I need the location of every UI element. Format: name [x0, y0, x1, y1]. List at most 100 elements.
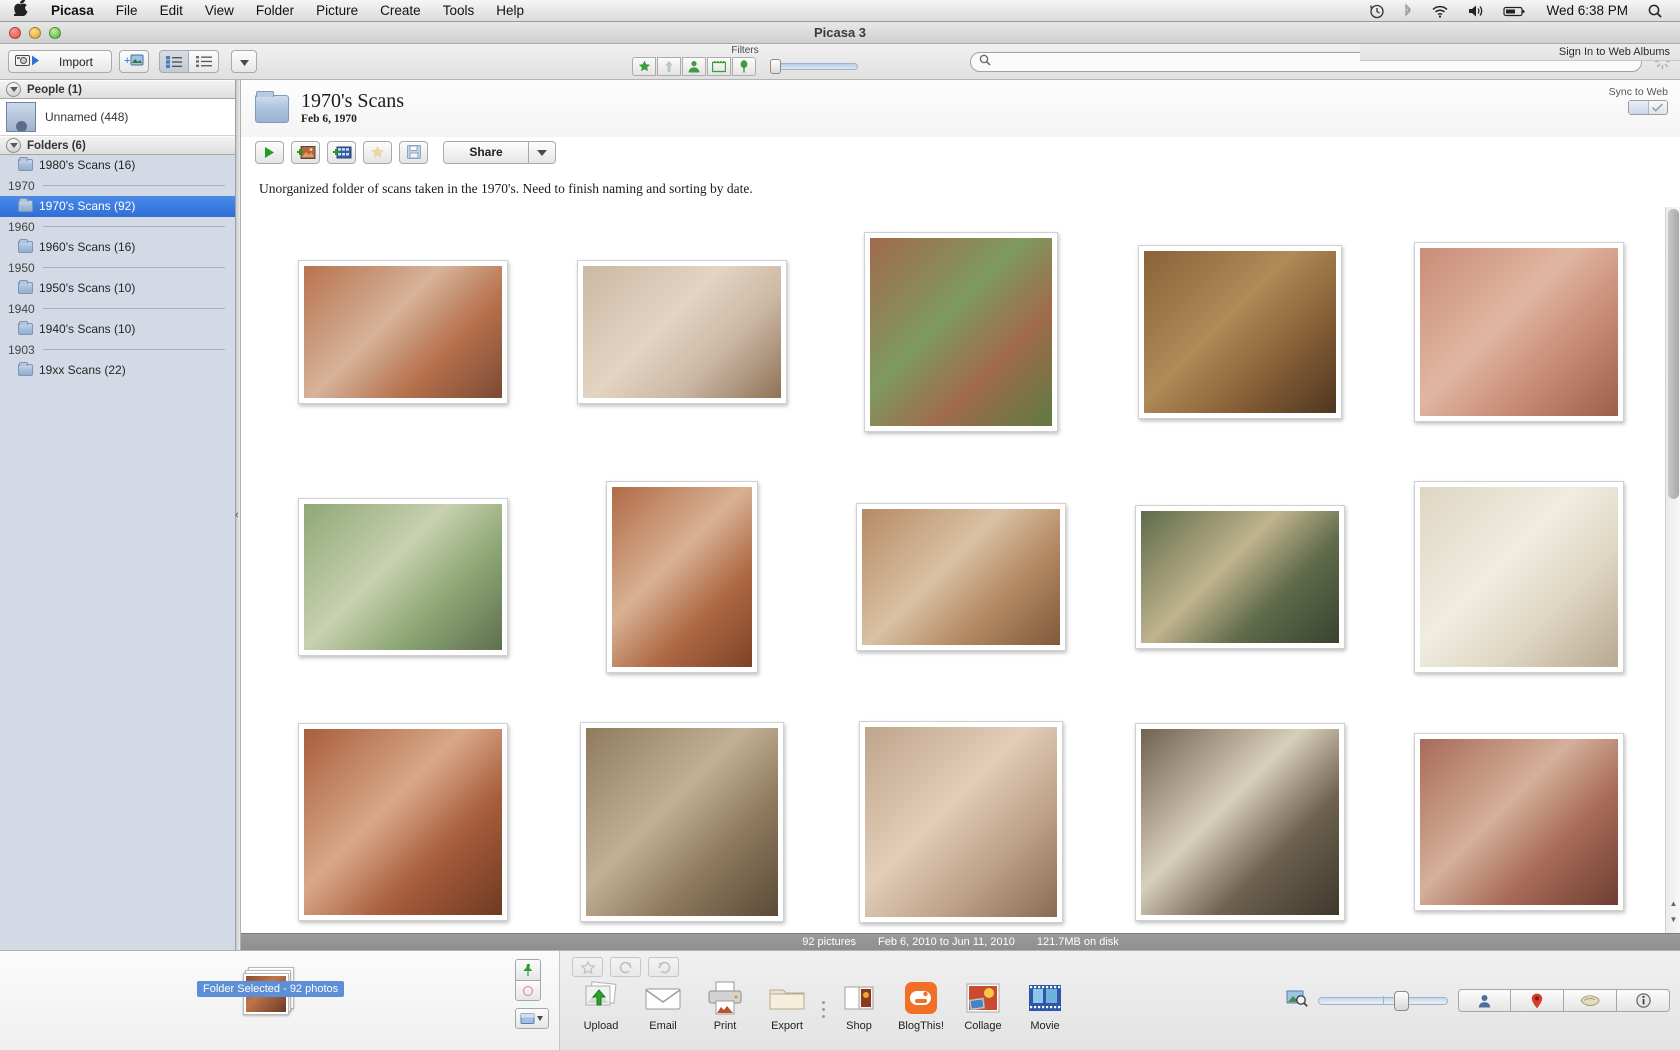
signin-link[interactable]: Sign In to Web Albums — [1559, 46, 1670, 58]
upload-filter-button[interactable] — [657, 57, 681, 76]
sidebar-folder-item[interactable]: 1940's Scans (10) — [0, 319, 235, 340]
thumbnail-zoom-slider[interactable] — [1318, 994, 1448, 1008]
add-photo-button[interactable]: + — [119, 50, 149, 73]
star-button[interactable] — [363, 141, 392, 164]
blogthis-button[interactable]: BlogThis! — [890, 979, 952, 1032]
add-to-movie-button[interactable] — [327, 141, 356, 164]
list-view-button[interactable] — [159, 50, 189, 73]
sidebar-folder-item[interactable]: 1960's Scans (16) — [0, 237, 235, 258]
upload-button[interactable]: Upload — [570, 979, 632, 1032]
toolbar-dropdown-button[interactable] — [231, 50, 257, 73]
collapse-disclosure-icon[interactable] — [6, 82, 21, 97]
slider-knob[interactable] — [770, 59, 781, 74]
photo-thumbnail[interactable] — [1414, 733, 1624, 911]
menu-item-view[interactable]: View — [194, 3, 245, 18]
print-button[interactable]: Print — [694, 979, 756, 1032]
sync-toggle-on-side[interactable] — [1649, 101, 1668, 114]
folder-description[interactable]: Unorganized folder of scans taken in the… — [241, 167, 1680, 207]
menu-item-picture[interactable]: Picture — [305, 3, 369, 18]
scroll-up-arrow[interactable]: ▲ — [1668, 898, 1679, 909]
menu-item-help[interactable]: Help — [485, 3, 535, 18]
photo-thumbnail[interactable] — [1414, 242, 1624, 422]
rotate-right-button[interactable] — [648, 957, 679, 977]
sync-to-web-toggle[interactable] — [1628, 100, 1668, 115]
folder-icon — [18, 282, 33, 294]
menu-item-folder[interactable]: Folder — [245, 3, 305, 18]
time-machine-icon[interactable] — [1360, 3, 1394, 19]
people-item-unnamed[interactable]: Unnamed (448) — [0, 99, 235, 136]
save-button[interactable] — [399, 141, 428, 164]
menu-item-tools[interactable]: Tools — [432, 3, 486, 18]
movie-button[interactable]: Movie — [1014, 979, 1076, 1032]
share-dropdown-button[interactable] — [529, 141, 556, 164]
sidebar-folder-item[interactable]: 1950's Scans (10) — [0, 278, 235, 299]
wifi-icon[interactable] — [1422, 3, 1458, 19]
spotlight-search-icon[interactable] — [1638, 3, 1672, 19]
collapse-disclosure-icon[interactable] — [6, 138, 21, 153]
sidebar-folder-item[interactable]: 19xx Scans (22) — [0, 360, 235, 381]
add-album-button[interactable] — [515, 1008, 549, 1029]
share-button[interactable]: Share — [443, 141, 529, 164]
geotag-filter-button[interactable] — [732, 57, 756, 76]
face-filter-button[interactable] — [682, 57, 706, 76]
photo-thumbnail[interactable] — [1414, 481, 1624, 673]
photo-thumbnail[interactable] — [1135, 723, 1345, 921]
filters-slider[interactable] — [770, 60, 858, 74]
photo-thumbnail[interactable] — [580, 722, 784, 922]
pin-button[interactable] — [515, 959, 541, 980]
folders-section-header[interactable]: Folders (6) — [0, 136, 235, 155]
photo-tray[interactable]: Folder Selected - 92 photos — [0, 951, 560, 1050]
photo-thumbnail[interactable] — [298, 498, 508, 656]
sidebar-folder-item[interactable]: 1980's Scans (16) — [0, 155, 235, 176]
bluetooth-icon[interactable] — [1394, 3, 1422, 19]
volume-icon[interactable] — [1458, 3, 1494, 19]
sync-toggle-off-side[interactable] — [1629, 101, 1649, 114]
scroll-down-arrow[interactable]: ▼ — [1668, 914, 1679, 925]
people-header-label: People (1) — [27, 84, 82, 96]
chevron-down-icon — [537, 145, 547, 159]
places-panel-button[interactable] — [1511, 989, 1564, 1012]
scrollbar-thumb[interactable] — [1668, 209, 1679, 499]
email-button[interactable]: Email — [632, 979, 694, 1032]
battery-icon[interactable] — [1494, 3, 1536, 19]
export-label: Export — [771, 1020, 803, 1032]
star-rate-button[interactable] — [572, 957, 603, 977]
photo-thumbnail[interactable] — [577, 260, 787, 404]
shop-button[interactable]: Shop — [828, 979, 890, 1032]
menu-bar-clock[interactable]: Wed 6:38 PM — [1536, 3, 1638, 18]
photo-thumbnail[interactable] — [856, 503, 1066, 651]
menu-item-create[interactable]: Create — [369, 3, 432, 18]
movie-icon — [1025, 979, 1065, 1017]
menu-item-picasa[interactable]: Picasa — [40, 3, 105, 18]
collage-button[interactable]: Collage — [952, 979, 1014, 1032]
info-panel-button[interactable] — [1617, 989, 1670, 1012]
menu-item-file[interactable]: File — [105, 3, 149, 18]
zoom-slider-knob[interactable] — [1394, 991, 1409, 1011]
photo-thumbnail[interactable] — [1138, 245, 1342, 419]
photo-thumbnail[interactable] — [1135, 505, 1345, 649]
sync-to-web-control: Sync to Web — [1609, 86, 1668, 115]
apple-menu-icon[interactable] — [0, 0, 40, 20]
photo-thumbnail[interactable] — [298, 260, 508, 404]
grid-vertical-scrollbar[interactable]: ▲ ▼ — [1665, 207, 1680, 933]
export-button[interactable]: Export — [756, 979, 818, 1032]
import-button[interactable]: Import — [8, 50, 112, 73]
rotate-left-button[interactable] — [610, 957, 641, 977]
tags-panel-button[interactable] — [1564, 989, 1617, 1012]
slideshow-button[interactable] — [255, 141, 284, 164]
photo-thumbnail[interactable] — [859, 721, 1063, 923]
photo-thumbnail[interactable] — [864, 232, 1058, 432]
photo-thumbnail[interactable] — [298, 723, 508, 921]
add-to-album-button[interactable] — [291, 141, 320, 164]
collage-icon — [963, 979, 1003, 1017]
menu-item-edit[interactable]: Edit — [149, 3, 194, 18]
people-panel-button[interactable] — [1458, 989, 1511, 1012]
sidebar-folder-label: 1940's Scans (10) — [39, 322, 135, 336]
photo-thumbnail[interactable] — [606, 481, 758, 673]
people-section-header[interactable]: People (1) — [0, 80, 235, 99]
clear-button[interactable] — [515, 980, 541, 1001]
sidebar-folder-item[interactable]: 1970's Scans (92) — [0, 196, 235, 217]
video-filter-button[interactable] — [707, 57, 731, 76]
star-filter-button[interactable] — [632, 57, 656, 76]
compact-view-button[interactable] — [189, 50, 219, 73]
